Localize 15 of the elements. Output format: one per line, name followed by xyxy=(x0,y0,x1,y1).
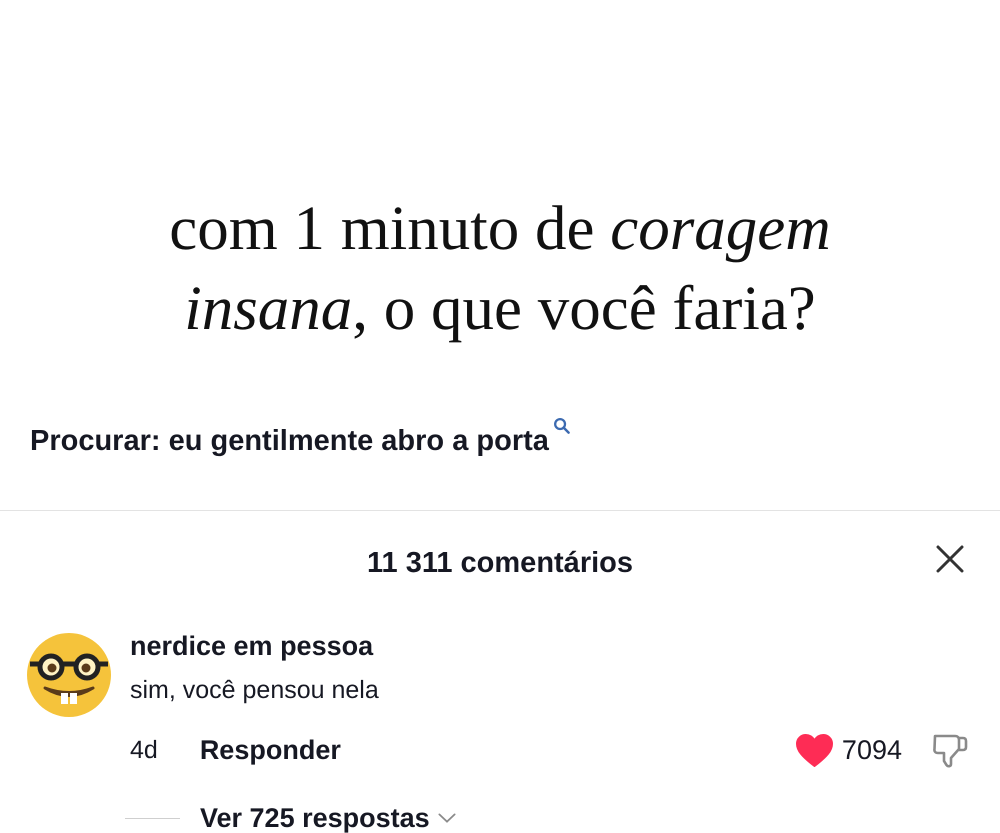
like-count: 7094 xyxy=(842,734,902,767)
comment-age: 4d xyxy=(130,735,158,766)
comments-count-title: 11 311 comentários xyxy=(367,546,633,581)
search-suggestion-link[interactable]: Procurar: eu gentilmente abro a porta xyxy=(30,417,570,459)
comment-username[interactable]: nerdice em pessoa xyxy=(130,629,374,663)
search-icon xyxy=(552,417,570,434)
reply-button[interactable]: Responder xyxy=(200,733,341,767)
close-icon[interactable] xyxy=(936,545,964,573)
thumbs-down-icon[interactable] xyxy=(932,732,968,768)
nerd-face-avatar-icon[interactable] xyxy=(27,633,111,717)
chevron-down-icon xyxy=(438,813,456,823)
video-caption: com 1 minuto de coragem insana, o que você faria? xyxy=(168,192,832,345)
view-replies-button[interactable]: Ver 725 respostas xyxy=(125,800,456,833)
heart-icon[interactable] xyxy=(796,734,833,766)
comment-text: sim, você pensou nela xyxy=(130,675,379,706)
